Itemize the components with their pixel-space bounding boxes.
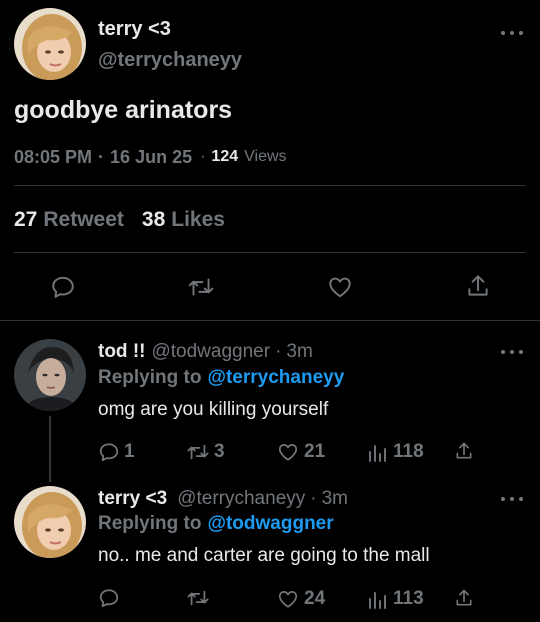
reply-icon[interactable] bbox=[98, 587, 120, 609]
reply-icon[interactable] bbox=[98, 441, 120, 463]
analytics-icon[interactable] bbox=[367, 588, 389, 610]
replying-to-handle[interactable]: @terrychaneyy bbox=[207, 367, 344, 389]
avatar[interactable] bbox=[14, 486, 86, 558]
views-label: Views bbox=[244, 148, 287, 165]
tweet-meta: 08:05 PM · 16 Jun 25 · 124 Views bbox=[14, 145, 287, 169]
author-handle[interactable]: @terrychaneyy bbox=[98, 48, 242, 72]
reply-action[interactable]: 1 bbox=[98, 440, 135, 464]
views-count: 113 bbox=[393, 588, 424, 609]
reply-handle[interactable]: @terrychaneyy bbox=[177, 488, 305, 510]
retweets-count[interactable]: 27 bbox=[14, 208, 37, 232]
views-count: 124 bbox=[211, 148, 239, 165]
reply-icon[interactable] bbox=[50, 274, 76, 300]
reply-time[interactable]: 3m bbox=[322, 488, 348, 510]
replying-to-handle[interactable]: @todwaggner bbox=[207, 513, 333, 535]
like-icon[interactable] bbox=[276, 588, 300, 610]
share-icon[interactable] bbox=[454, 440, 474, 462]
retweet-count: 3 bbox=[214, 441, 225, 462]
reply-display-name[interactable]: terry <3 bbox=[98, 488, 167, 510]
views-action[interactable]: 113 bbox=[367, 587, 424, 611]
retweet-icon[interactable] bbox=[186, 587, 210, 609]
more-options-icon[interactable] bbox=[501, 346, 523, 358]
likes-label[interactable]: Likes bbox=[171, 208, 225, 232]
reply-time[interactable]: 3m bbox=[286, 341, 312, 363]
divider bbox=[0, 320, 540, 321]
reply-handle[interactable]: @todwaggner bbox=[151, 341, 270, 363]
separator: · bbox=[310, 488, 317, 509]
retweet-icon[interactable] bbox=[187, 274, 215, 300]
replying-to: Replying to @terrychaneyy bbox=[98, 366, 344, 390]
thread-line bbox=[49, 416, 51, 482]
tweet-text: goodbye arinators bbox=[14, 96, 233, 124]
share-icon[interactable] bbox=[465, 272, 491, 300]
reply-count: 1 bbox=[124, 441, 135, 462]
replying-to-label: Replying to bbox=[98, 367, 202, 388]
retweets-label[interactable]: Retweet bbox=[43, 208, 124, 232]
like-icon[interactable] bbox=[276, 441, 300, 463]
divider bbox=[14, 252, 526, 253]
avatar[interactable] bbox=[14, 339, 86, 411]
likes-count[interactable]: 38 bbox=[142, 208, 165, 232]
avatar[interactable] bbox=[14, 8, 86, 80]
reply-header: tod !! @todwaggner · 3m bbox=[98, 340, 313, 364]
more-options-icon[interactable] bbox=[501, 493, 523, 505]
reply-text: no.. me and carter are going to the mall bbox=[98, 545, 430, 566]
like-action[interactable]: 21 bbox=[276, 440, 325, 464]
like-count: 24 bbox=[304, 588, 326, 609]
views-action[interactable]: 118 bbox=[367, 440, 424, 464]
divider bbox=[14, 185, 526, 186]
retweet-icon[interactable] bbox=[186, 441, 210, 463]
like-action[interactable]: 24 bbox=[276, 587, 325, 611]
reply-text: omg are you killing yourself bbox=[98, 399, 329, 420]
more-options-icon[interactable] bbox=[501, 27, 523, 39]
reply-display-name[interactable]: tod !! bbox=[98, 341, 145, 363]
engagement-stats: 27 Retweet 38 Likes bbox=[14, 206, 225, 234]
share-icon[interactable] bbox=[454, 587, 474, 609]
retweet-action[interactable]: 3 bbox=[186, 440, 225, 464]
replying-to-label: Replying to bbox=[98, 513, 202, 534]
reply-header: terry <3 @terrychaneyy · 3m bbox=[98, 487, 348, 511]
views-count: 118 bbox=[393, 441, 424, 462]
separator: · bbox=[275, 341, 282, 362]
replying-to: Replying to @todwaggner bbox=[98, 512, 334, 536]
author-display-name[interactable]: terry <3 bbox=[98, 17, 171, 41]
tweet-date[interactable]: 16 Jun 25 bbox=[110, 147, 192, 168]
like-icon[interactable] bbox=[326, 274, 354, 300]
separator: · bbox=[98, 146, 105, 167]
like-count: 21 bbox=[304, 441, 326, 462]
tweet-time[interactable]: 08:05 PM bbox=[14, 147, 92, 168]
analytics-icon[interactable] bbox=[367, 441, 389, 463]
separator: · bbox=[200, 148, 206, 165]
